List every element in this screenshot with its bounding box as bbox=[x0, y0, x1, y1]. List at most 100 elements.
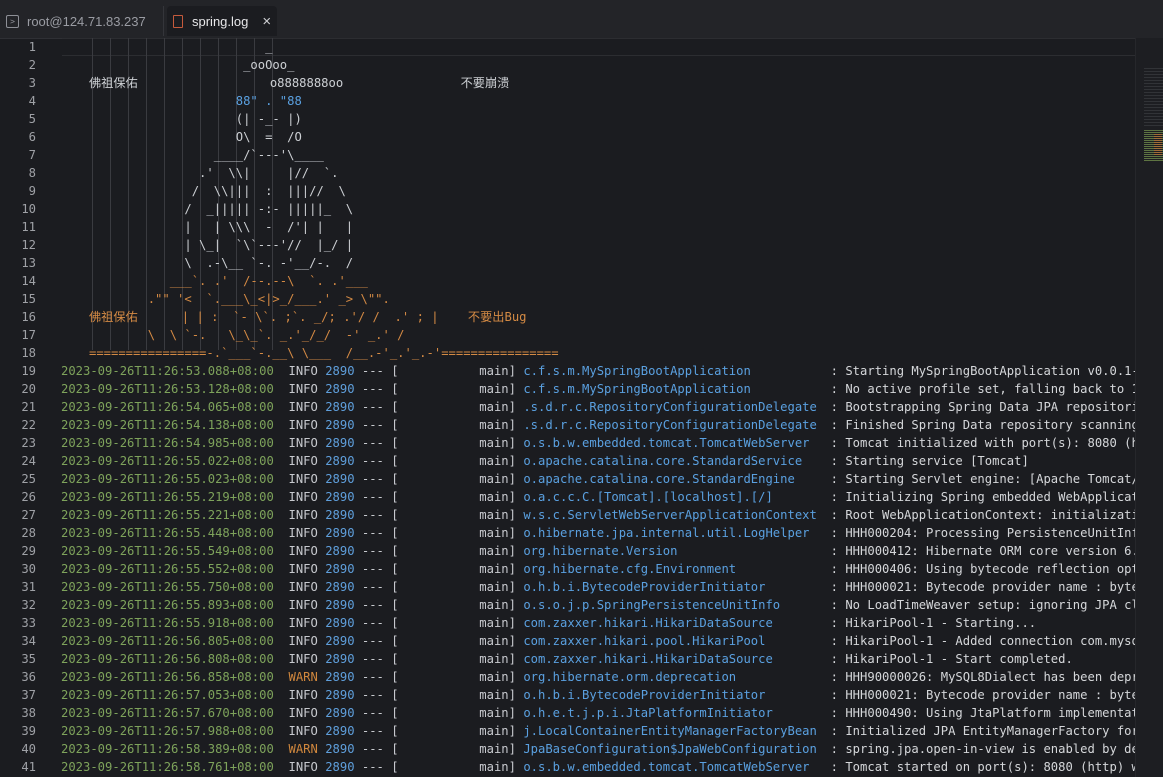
log-class: com.zaxxer.hikari.HikariDataSource bbox=[523, 652, 773, 666]
log-editor[interactable]: 1 _ 2 _ooOoo_ 3 佛祖保佑 o8888888oo 不要崩溃 4 88" .… bbox=[0, 38, 1135, 777]
tab-terminal[interactable]: > root@124.71.83.237 bbox=[0, 6, 164, 36]
log-message: HikariPool-1 - Added connection com.mysq… bbox=[845, 634, 1135, 648]
log-line: 28 2023-09-26T11:26:55.448+08:00 INFO 289… bbox=[0, 524, 1135, 542]
log-timestamp: 2023-09-26T11:26:55.893+08:00 bbox=[61, 598, 274, 612]
banner-text: \ \ `-. \_\_`. _.'_/_/ -' _.' / bbox=[89, 328, 405, 342]
log-thread: main bbox=[398, 688, 509, 702]
log-bracket: ] bbox=[508, 562, 524, 576]
log-bracket: ] bbox=[508, 670, 524, 684]
log-timestamp: 2023-09-26T11:26:55.918+08:00 bbox=[61, 616, 274, 630]
log-message: Tomcat started on port(s): 8080 (http) w… bbox=[845, 760, 1135, 774]
log-bracket: ] bbox=[508, 760, 524, 774]
log-pid: 2890 bbox=[325, 580, 355, 594]
log-message: No LoadTimeWeaver setup: ignoring JPA cl… bbox=[845, 598, 1135, 612]
line-number: 8 bbox=[28, 166, 36, 180]
log-pid: 2890 bbox=[325, 418, 355, 432]
log-timestamp: 2023-09-26T11:26:55.221+08:00 bbox=[61, 508, 274, 522]
log-line: 21 2023-09-26T11:26:54.065+08:00 INFO 289… bbox=[0, 398, 1135, 416]
log-colon: : bbox=[823, 544, 846, 558]
log-pid: 2890 bbox=[325, 562, 355, 576]
tab-label: spring.log bbox=[192, 13, 249, 29]
log-colon: : bbox=[823, 418, 846, 432]
log-pid: 2890 bbox=[325, 364, 355, 378]
log-level: INFO bbox=[288, 598, 318, 612]
log-pid: 2890 bbox=[325, 472, 355, 486]
line-number: 22 bbox=[21, 418, 36, 432]
log-dashes: --- [ bbox=[354, 454, 399, 468]
log-thread: main bbox=[398, 562, 509, 576]
log-line: 22 2023-09-26T11:26:54.138+08:00 INFO 289… bbox=[0, 416, 1135, 434]
log-message: No active profile set, falling back to 1 bbox=[845, 382, 1135, 396]
log-level: INFO bbox=[288, 436, 318, 450]
line-number: 17 bbox=[21, 328, 36, 342]
log-line: 38 2023-09-26T11:26:57.670+08:00 INFO 289… bbox=[0, 704, 1135, 722]
log-level: INFO bbox=[288, 562, 318, 576]
log-bracket: ] bbox=[508, 526, 524, 540]
separator bbox=[274, 364, 289, 378]
log-line: 37 2023-09-26T11:26:57.053+08:00 INFO 289… bbox=[0, 686, 1135, 704]
line-number: 7 bbox=[28, 148, 36, 162]
banner-text: .' \\| |// `. bbox=[89, 166, 339, 180]
line-number: 39 bbox=[21, 724, 36, 738]
log-class: JpaBaseConfiguration$JpaWebConfiguration bbox=[523, 742, 817, 756]
log-pid: 2890 bbox=[325, 724, 355, 738]
line-number: 28 bbox=[21, 526, 36, 540]
banner-text: 佛祖保佑 o8888888oo 不要崩溃 bbox=[89, 76, 510, 90]
log-colon: : bbox=[823, 724, 846, 738]
separator bbox=[274, 418, 289, 432]
line-number: 10 bbox=[21, 202, 36, 216]
log-bracket: ] bbox=[508, 706, 524, 720]
log-pid: 2890 bbox=[325, 688, 355, 702]
log-class: .s.d.r.c.RepositoryConfigurationDelegate bbox=[523, 418, 817, 432]
log-bracket: ] bbox=[508, 364, 524, 378]
line-number: 41 bbox=[21, 760, 36, 774]
log-colon: : bbox=[823, 562, 846, 576]
log-bracket: ] bbox=[508, 598, 524, 612]
log-colon: : bbox=[823, 382, 846, 396]
line-number: 23 bbox=[21, 436, 36, 450]
log-class: org.hibernate.cfg.Environment bbox=[523, 562, 737, 576]
log-thread: main bbox=[398, 580, 509, 594]
log-bracket: ] bbox=[508, 400, 524, 414]
log-level: INFO bbox=[288, 760, 318, 774]
log-timestamp: 2023-09-26T11:26:58.761+08:00 bbox=[61, 760, 274, 774]
log-timestamp: 2023-09-26T11:26:55.219+08:00 bbox=[61, 490, 274, 504]
line-number: 25 bbox=[21, 472, 36, 486]
log-line: 24 2023-09-26T11:26:55.022+08:00 INFO 289… bbox=[0, 452, 1135, 470]
log-pid: 2890 bbox=[325, 544, 355, 558]
log-thread: main bbox=[398, 382, 509, 396]
separator bbox=[274, 688, 289, 702]
log-line: 34 2023-09-26T11:26:56.805+08:00 INFO 289… bbox=[0, 632, 1135, 650]
log-colon: : bbox=[823, 508, 846, 522]
log-timestamp: 2023-09-26T11:26:55.552+08:00 bbox=[61, 562, 274, 576]
log-thread: main bbox=[398, 472, 509, 486]
log-bracket: ] bbox=[508, 436, 524, 450]
banner-line: 13 \ .-\__ `-. -'__/-. / bbox=[0, 254, 1135, 272]
log-pid: 2890 bbox=[325, 760, 355, 774]
line-number: 16 bbox=[21, 310, 36, 324]
log-bracket: ] bbox=[508, 616, 524, 630]
close-icon[interactable]: × bbox=[262, 13, 271, 30]
line-number: 15 bbox=[21, 292, 36, 306]
banner-text: _ bbox=[89, 40, 273, 54]
banner-text: _ooOoo_ bbox=[89, 58, 295, 72]
log-line: 29 2023-09-26T11:26:55.549+08:00 INFO 289… bbox=[0, 542, 1135, 560]
log-dashes: --- [ bbox=[354, 760, 399, 774]
line-number: 33 bbox=[21, 616, 36, 630]
tab-spring-log[interactable]: spring.log × bbox=[167, 6, 277, 36]
banner-line: 14 ___`. .' /--.--\ `. .'___ bbox=[0, 272, 1135, 290]
log-timestamp: 2023-09-26T11:26:55.448+08:00 bbox=[61, 526, 274, 540]
banner-text: 88" . "88 bbox=[89, 94, 302, 108]
separator bbox=[274, 742, 289, 756]
log-level: INFO bbox=[288, 400, 318, 414]
log-file-icon bbox=[173, 15, 184, 28]
line-number: 3 bbox=[28, 76, 36, 90]
log-colon: : bbox=[823, 580, 846, 594]
minimap[interactable] bbox=[1135, 38, 1163, 777]
log-timestamp: 2023-09-26T11:26:55.549+08:00 bbox=[61, 544, 274, 558]
log-message: Bootstrapping Spring Data JPA repositori… bbox=[845, 400, 1135, 414]
log-class: org.hibernate.orm.deprecation bbox=[523, 670, 737, 684]
line-number: 9 bbox=[28, 184, 36, 198]
log-timestamp: 2023-09-26T11:26:53.128+08:00 bbox=[61, 382, 274, 396]
banner-line: 7 ____/`---'\____ bbox=[0, 146, 1135, 164]
